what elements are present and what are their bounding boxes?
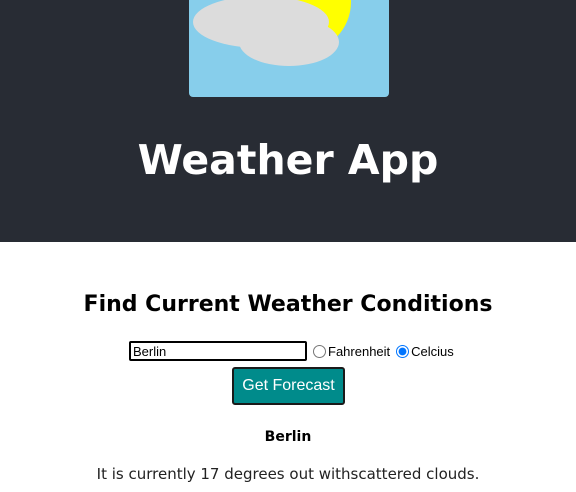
page-title: Find Current Weather Conditions (83, 292, 493, 317)
weather-description: It is currently 17 degrees out withscatt… (96, 465, 480, 483)
celcius-radio[interactable] (396, 344, 410, 358)
sun-behind-cloud-icon (193, 0, 351, 66)
fahrenheit-radio[interactable] (313, 344, 326, 358)
forecast-form: Fahrenheit Celcius (129, 341, 454, 361)
result-city: Berlin (264, 429, 312, 445)
app-header: Weather App (0, 0, 576, 242)
celcius-label: Celcius (411, 343, 454, 359)
city-input[interactable] (129, 341, 307, 361)
weather-logo (189, 0, 389, 97)
fahrenheit-label: Fahrenheit (328, 343, 391, 359)
get-forecast-button[interactable]: Get Forecast (232, 367, 345, 405)
app-title: Weather App (137, 136, 439, 184)
